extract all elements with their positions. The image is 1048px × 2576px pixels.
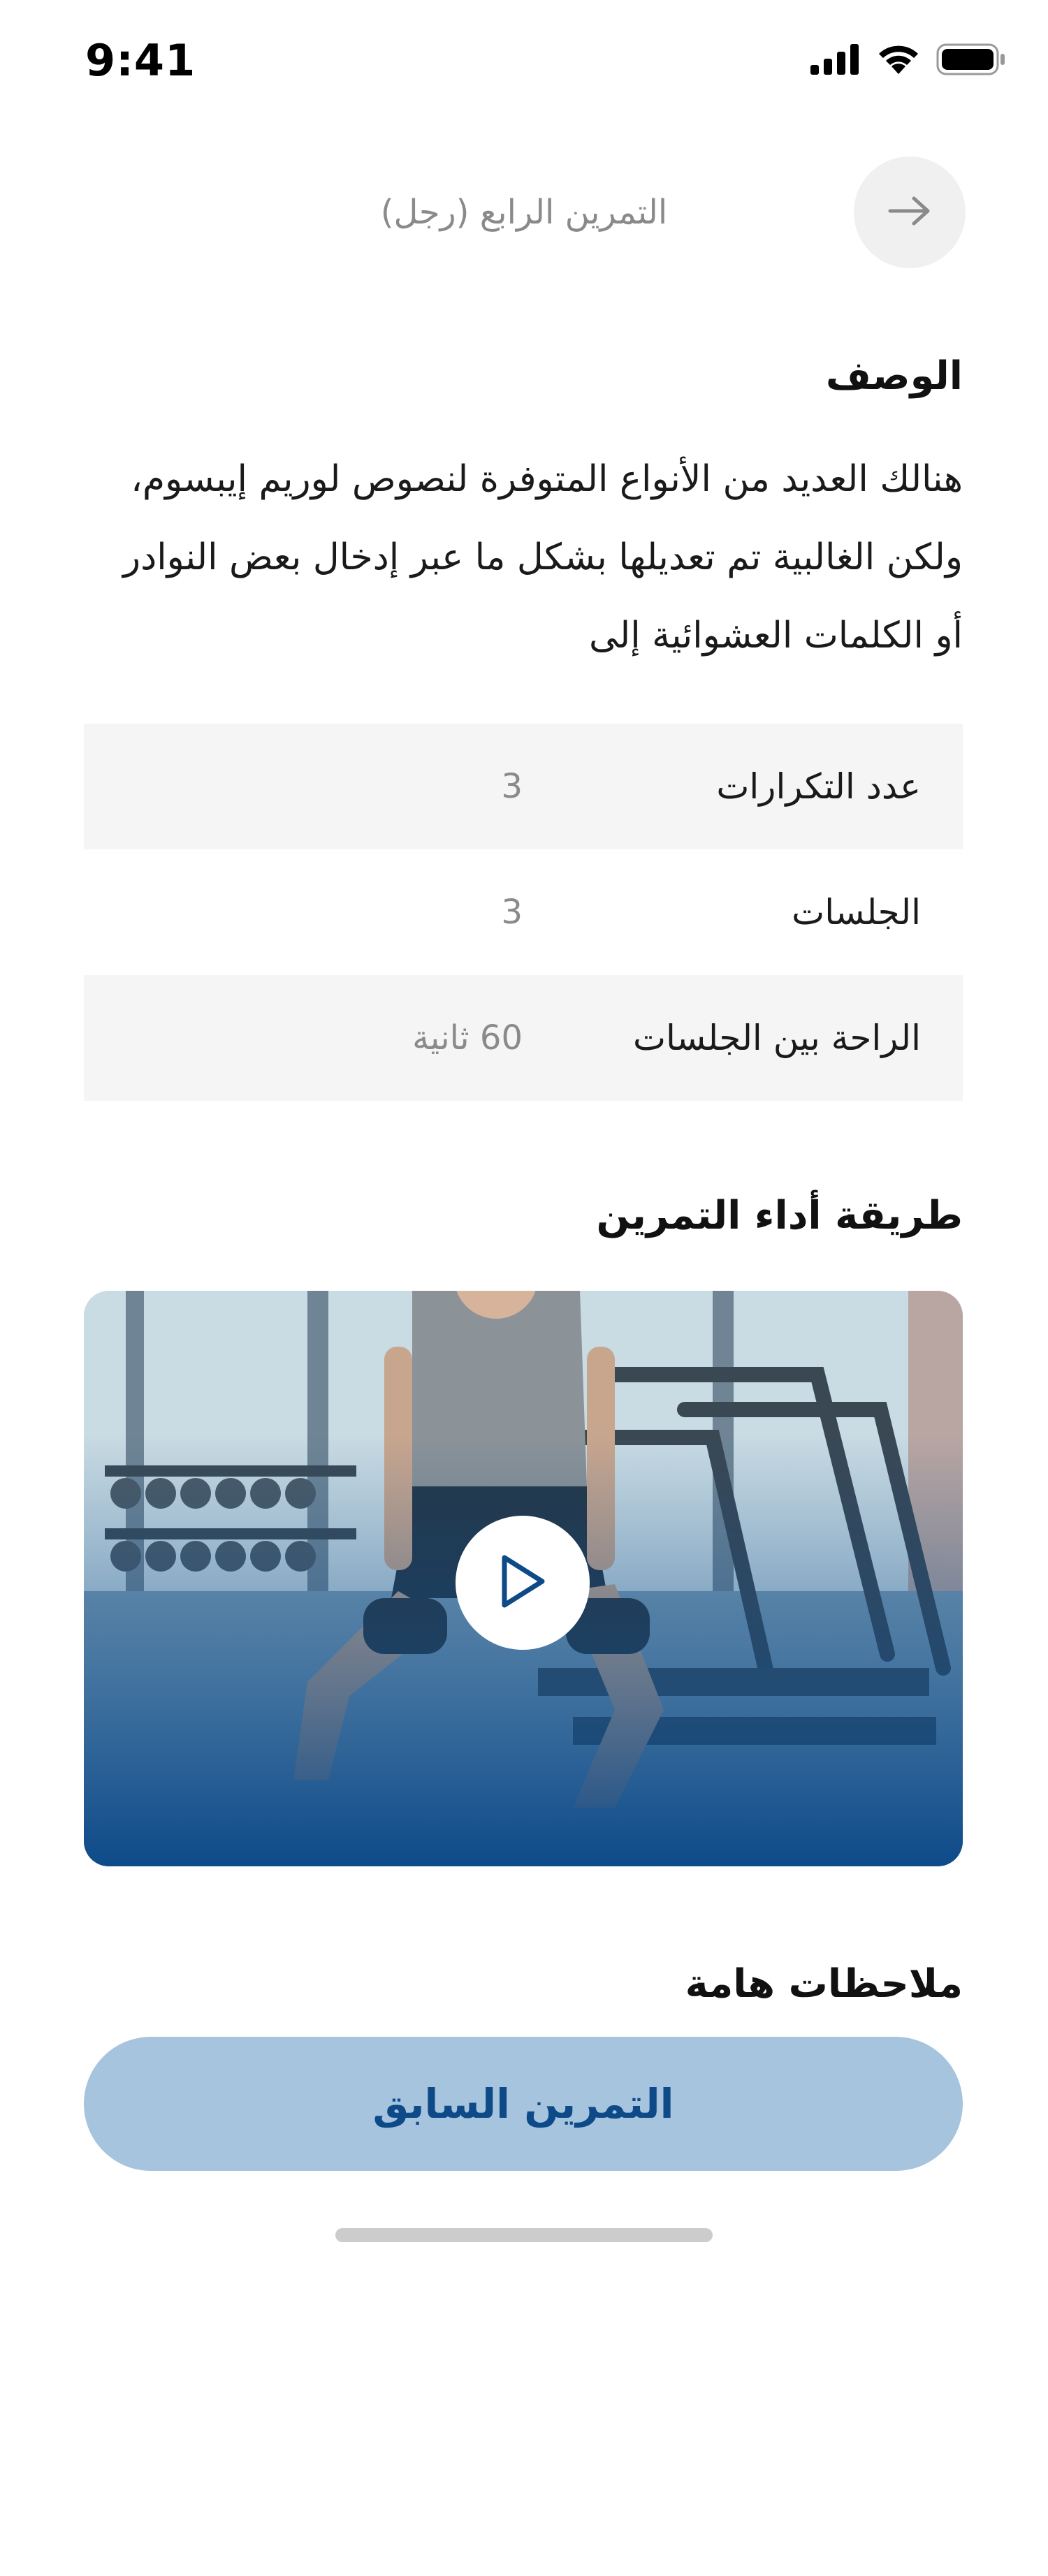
status-icons	[810, 43, 1006, 78]
play-icon	[497, 1553, 548, 1612]
method-heading: طريقة أداء التمرين	[596, 1193, 963, 1238]
status-time: 9:41	[85, 35, 196, 86]
previous-exercise-label: التمرين السابق	[372, 2080, 674, 2128]
home-indicator[interactable]	[335, 2228, 713, 2242]
header: التمرين الرابع (رجل)	[0, 154, 1048, 268]
stat-label: عدد التكرارات	[716, 766, 921, 807]
signal-icon	[810, 44, 861, 78]
description-heading: الوصف	[825, 353, 963, 399]
notes-heading: ملاحظات هامة	[685, 1961, 963, 2007]
stat-row-sets: الجلسات 3	[84, 849, 963, 975]
stat-row-rest: الراحة بين الجلسات 60 ثانية	[84, 975, 963, 1101]
stat-row-repetitions: عدد التكرارات 3	[84, 724, 963, 849]
stat-value: 3	[501, 893, 523, 932]
battery-icon	[936, 43, 1006, 78]
stat-label: الجلسات	[792, 892, 921, 932]
stat-label: الراحة بين الجلسات	[632, 1018, 921, 1058]
stat-value: 60 ثانية	[412, 1018, 523, 1058]
stats-table: عدد التكرارات 3 الجلسات 3 الراحة بين الج…	[84, 724, 963, 1101]
back-button[interactable]	[854, 156, 966, 268]
exercise-video[interactable]	[84, 1291, 963, 1866]
stat-value: 3	[501, 767, 523, 806]
play-button[interactable]	[456, 1516, 590, 1650]
previous-exercise-button[interactable]: التمرين السابق	[84, 2037, 963, 2171]
status-bar: 9:41	[0, 0, 1048, 126]
arrow-right-icon	[887, 194, 932, 230]
exercise-detail-screen: 9:41 التمرين الرابع (رجل) الوصف هنالك ال…	[0, 0, 1048, 2576]
description-text: هنالك العديد من الأنواع المتوفرة لنصوص ل…	[122, 458, 963, 657]
wifi-icon	[876, 43, 921, 78]
